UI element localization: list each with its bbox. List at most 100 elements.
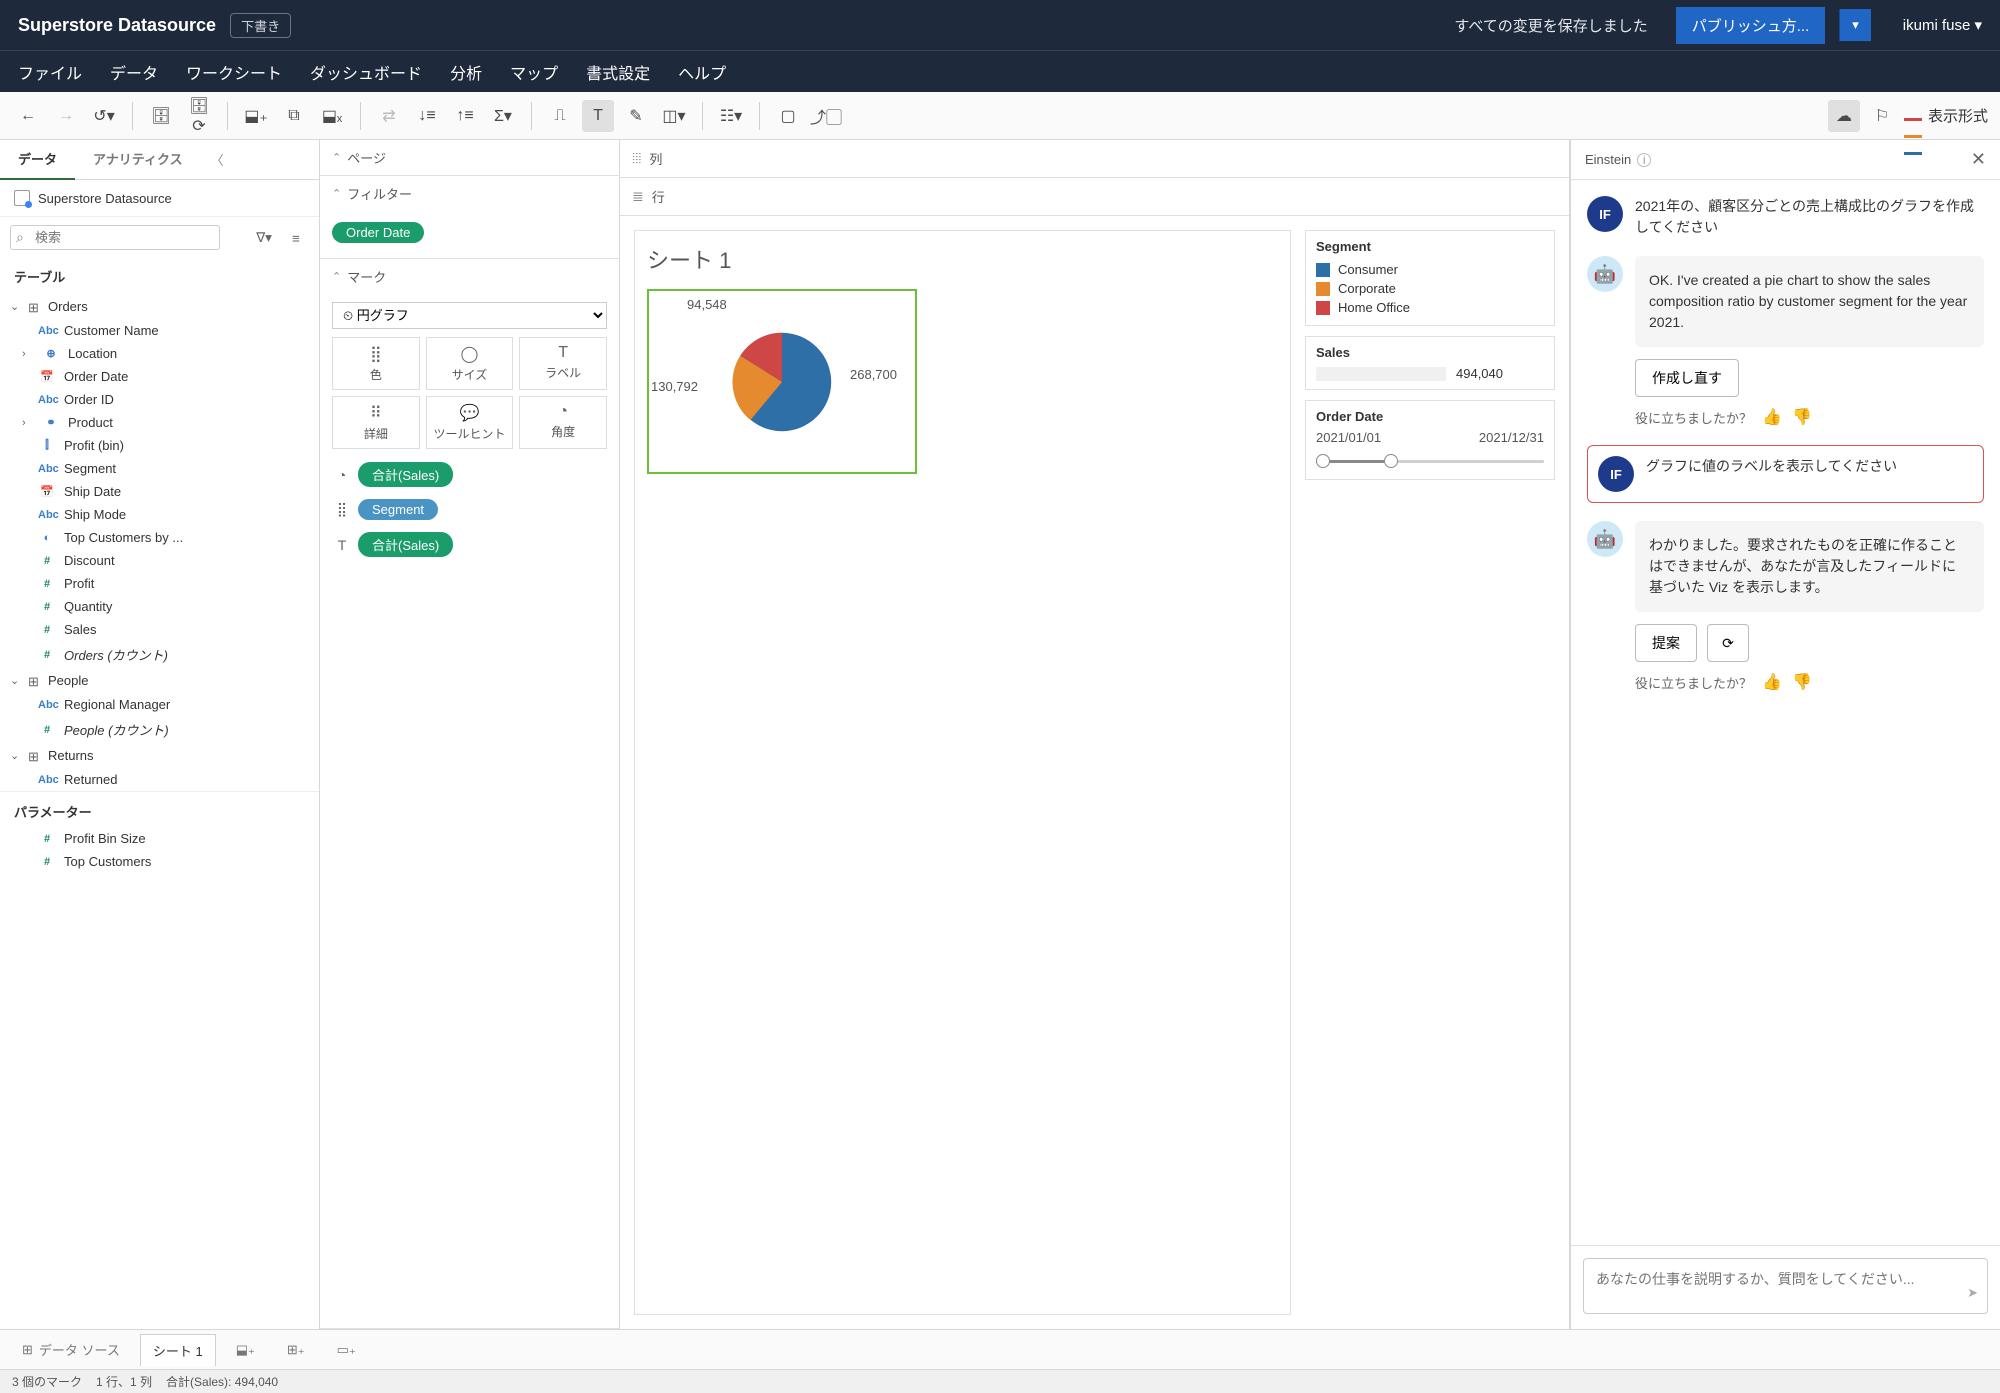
pie-chart[interactable]: 94,548 130,792 268,700 xyxy=(647,289,917,474)
mark-サイズ[interactable]: ◯サイズ xyxy=(426,337,514,390)
slider-thumb-start[interactable] xyxy=(1316,454,1330,468)
rows-shelf[interactable]: ≣行 xyxy=(620,178,1569,216)
datapane-collapse-icon[interactable]: 〈 xyxy=(201,150,234,169)
refresh-button[interactable]: ⟳ xyxy=(1707,624,1749,662)
clear-icon[interactable]: ⬓ₓ xyxy=(316,100,348,132)
orderdate-filter-card[interactable]: Order Date 2021/01/01 2021/12/31 xyxy=(1305,400,1555,480)
format-icon[interactable]: ✎ xyxy=(620,100,652,132)
einstein-close-icon[interactable]: ✕ xyxy=(1971,149,1986,170)
mark-詳細[interactable]: ⠿詳細 xyxy=(332,396,420,449)
fit-dropdown[interactable]: ◫▾ xyxy=(658,100,690,132)
field-ship-mode[interactable]: AbcShip Mode xyxy=(0,503,319,526)
viz-area[interactable]: シート 1 94,548 130,792 268,700 xyxy=(634,230,1291,1315)
totals-icon[interactable]: Σ▾ xyxy=(487,100,519,132)
thumbs-up-icon[interactable]: 👍 xyxy=(1762,672,1782,692)
field-profit-bin-[interactable]: ⫿Profit (bin) xyxy=(0,434,319,457)
table-returns[interactable]: ⌄Returns xyxy=(0,743,319,768)
menu-分析[interactable]: 分析 xyxy=(450,60,482,84)
mark-ラベル[interactable]: Tラベル xyxy=(519,337,607,390)
menu-ヘルプ[interactable]: ヘルプ xyxy=(678,60,726,84)
sheet-tab[interactable]: シート 1 xyxy=(140,1334,216,1366)
legend-item[interactable]: Home Office xyxy=(1316,298,1544,317)
data-guide-icon[interactable]: ☁ xyxy=(1828,100,1860,132)
pages-shelf-header[interactable]: ⌃ページ xyxy=(320,140,619,175)
tab-analytics[interactable]: アナリティクス xyxy=(75,140,201,180)
mark-色[interactable]: ⣿色 xyxy=(332,337,420,390)
param-profit-bin-size[interactable]: #Profit Bin Size xyxy=(0,827,319,850)
new-datasource-icon[interactable]: 🗄 xyxy=(145,100,177,132)
sort-desc-icon[interactable]: ↑≡ xyxy=(449,100,481,132)
menu-データ[interactable]: データ xyxy=(110,60,158,84)
field-product[interactable]: ›⚭Product xyxy=(0,411,319,434)
mark-pill[interactable]: 合計(Sales) xyxy=(358,532,453,557)
columns-shelf[interactable]: ⦙⦙⦙列 xyxy=(620,140,1569,178)
field-sales[interactable]: #Sales xyxy=(0,618,319,641)
mark-角度[interactable]: ◔角度 xyxy=(519,396,607,449)
thumbs-up-icon[interactable]: 👍 xyxy=(1762,407,1782,427)
send-icon[interactable]: ➤ xyxy=(1967,1285,1978,1301)
menu-ダッシュボード[interactable]: ダッシュボード xyxy=(310,60,422,84)
new-worksheet-icon[interactable]: ⬓₊ xyxy=(240,100,272,132)
label-toggle-icon[interactable]: T xyxy=(582,100,614,132)
sales-card[interactable]: Sales 494,040 xyxy=(1305,336,1555,390)
menu-マップ[interactable]: マップ xyxy=(510,60,558,84)
field-search-input[interactable] xyxy=(10,225,220,250)
back-button[interactable]: ← xyxy=(12,100,44,132)
undo-dropdown[interactable]: ↺▾ xyxy=(88,100,120,132)
show-hide-cards-icon[interactable]: ☷▾ xyxy=(715,100,747,132)
field-order-id[interactable]: AbcOrder ID xyxy=(0,388,319,411)
legend-item[interactable]: Consumer xyxy=(1316,260,1544,279)
presentation-icon[interactable]: ▢ xyxy=(772,100,804,132)
refresh-datasource-icon[interactable]: 🗄⟳ xyxy=(183,100,215,132)
suggest-button[interactable]: 提案 xyxy=(1635,624,1697,662)
new-worksheet-tab[interactable]: ⬓₊ xyxy=(224,1336,267,1364)
filters-shelf-header[interactable]: ⌃フィルター xyxy=(320,176,619,211)
swap-icon[interactable]: ⇄ xyxy=(373,100,405,132)
mark-pill[interactable]: 合計(Sales) xyxy=(358,462,453,487)
segment-legend[interactable]: Segment ConsumerCorporateHome Office xyxy=(1305,230,1555,326)
tab-data[interactable]: データ xyxy=(0,140,75,180)
param-top-customers[interactable]: #Top Customers xyxy=(0,850,319,873)
field-profit[interactable]: #Profit xyxy=(0,572,319,595)
field-quantity[interactable]: #Quantity xyxy=(0,595,319,618)
datasource-tab[interactable]: ⊞データ ソース xyxy=(10,1334,132,1365)
draft-button[interactable]: 下書き xyxy=(230,13,291,38)
einstein-input[interactable] xyxy=(1583,1258,1988,1314)
thumbs-down-icon[interactable]: 👎 xyxy=(1792,407,1812,427)
field-location[interactable]: ›⊕Location xyxy=(0,342,319,365)
field-top-customers-by-[interactable]: ◐Top Customers by ... xyxy=(0,526,319,549)
menu-ワークシート[interactable]: ワークシート xyxy=(186,60,282,84)
field-returned[interactable]: AbcReturned xyxy=(0,768,319,791)
marks-card-header[interactable]: ⌃マーク xyxy=(320,259,619,294)
menu-ファイル[interactable]: ファイル xyxy=(18,60,82,84)
table-orders[interactable]: ⌄Orders xyxy=(0,294,319,319)
duplicate-icon[interactable]: ⧉ xyxy=(278,100,310,132)
highlight-icon[interactable]: ⎍ xyxy=(544,100,576,132)
menu-書式設定[interactable]: 書式設定 xyxy=(586,60,650,84)
field-regional-manager[interactable]: AbcRegional Manager xyxy=(0,693,319,716)
mark-pill[interactable]: Segment xyxy=(358,499,438,520)
field-discount[interactable]: #Discount xyxy=(0,549,319,572)
publish-dropdown[interactable]: ▾ xyxy=(1839,9,1871,41)
explain-icon[interactable]: ⚐ xyxy=(1866,100,1898,132)
legend-item[interactable]: Corporate xyxy=(1316,279,1544,298)
slider-thumb-end[interactable] xyxy=(1384,454,1398,468)
date-slider[interactable] xyxy=(1316,451,1544,471)
publish-button[interactable]: パブリッシュ方... xyxy=(1676,7,1826,44)
regenerate-button[interactable]: 作成し直す xyxy=(1635,359,1739,397)
table-people[interactable]: ⌄People xyxy=(0,668,319,693)
mark-ツールヒント[interactable]: 💬ツールヒント xyxy=(426,396,514,449)
field-order-date[interactable]: 📅Order Date xyxy=(0,365,319,388)
show-me-panel-toggle[interactable]: ☁ ⚐ 表示形式 xyxy=(1828,100,1988,132)
sort-asc-icon[interactable]: ↓≡ xyxy=(411,100,443,132)
new-story-tab[interactable]: ▭₊ xyxy=(325,1336,368,1364)
field-orders-[interactable]: #Orders (カウント) xyxy=(0,641,319,668)
field-people-[interactable]: #People (カウント) xyxy=(0,716,319,743)
mark-type-select[interactable]: ⏲ 円グラフ xyxy=(332,302,607,329)
forward-button[interactable]: → xyxy=(50,100,82,132)
thumbs-down-icon[interactable]: 👎 xyxy=(1792,672,1812,692)
field-segment[interactable]: AbcSegment xyxy=(0,457,319,480)
share-icon[interactable]: ⤴▢ xyxy=(810,100,842,132)
filter-pill-orderdate[interactable]: Order Date xyxy=(332,222,424,243)
field-customer-name[interactable]: AbcCustomer Name xyxy=(0,319,319,342)
